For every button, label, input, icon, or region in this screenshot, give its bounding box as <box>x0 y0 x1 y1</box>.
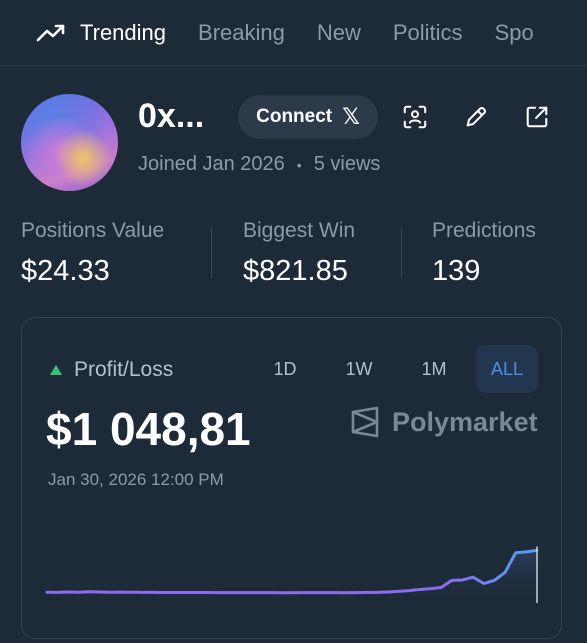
view-count: 5 views <box>313 153 381 175</box>
trending-up-icon <box>36 24 65 41</box>
range-tab-1w[interactable]: 1W <box>330 345 388 393</box>
tab-trending[interactable]: Trending <box>36 20 166 46</box>
edit-profile-button[interactable] <box>462 103 490 131</box>
polymarket-brand: Polymarket <box>350 406 538 438</box>
stat-biggest-win: Biggest Win $821.85 <box>243 219 355 288</box>
stat-predictions: Predictions 139 <box>432 219 536 288</box>
connect-x-button[interactable]: Connect 𝕏 <box>238 95 378 139</box>
range-label: ALL <box>490 358 524 379</box>
nav-fade-overlay <box>527 0 587 65</box>
qr-scan-button[interactable] <box>401 103 429 131</box>
category-nav: Trending Breaking New Politics Spo <box>0 0 587 66</box>
username: 0x... <box>138 97 205 135</box>
brand-name: Polymarket <box>392 406 538 437</box>
stat-positions-value: Positions Value $24.33 <box>21 219 164 288</box>
tab-label: Trending <box>80 19 167 45</box>
stat-value: 139 <box>432 255 481 287</box>
joined-date: Joined Jan 2026 <box>138 153 285 175</box>
stat-label: Positions Value <box>21 219 165 242</box>
profit-loss-chart <box>45 546 539 603</box>
range-label: 1M <box>421 358 447 379</box>
stat-label: Predictions <box>432 219 536 242</box>
tab-label: Breaking <box>198 19 285 45</box>
stat-label: Biggest Win <box>243 219 356 242</box>
stat-divider <box>211 228 212 278</box>
tab-new[interactable]: New <box>317 20 361 46</box>
profile-page: Trending Breaking New Politics Spo 0x...… <box>0 0 587 643</box>
profit-loss-date: Jan 30, 2026 12:00 PM <box>48 470 224 489</box>
stat-divider <box>401 228 402 278</box>
tab-label: Politics <box>392 19 463 45</box>
x-logo-icon: 𝕏 <box>342 104 360 129</box>
range-label: 1D <box>273 358 297 379</box>
up-triangle-icon <box>50 365 62 375</box>
tab-politics[interactable]: Politics <box>393 20 463 46</box>
share-profile-button[interactable] <box>523 103 551 131</box>
range-tab-1m[interactable]: 1M <box>404 345 464 393</box>
stat-value: $24.33 <box>21 255 110 287</box>
range-tab-1d[interactable]: 1D <box>258 345 312 393</box>
separator-dot: • <box>296 156 302 173</box>
tab-breaking[interactable]: Breaking <box>198 20 285 46</box>
avatar <box>21 94 118 191</box>
external-link-icon <box>526 106 548 128</box>
profit-loss-value: $1 048,81 <box>46 403 251 455</box>
profit-loss-card: Profit/Loss 1D 1W 1M ALL $1 048,81 Polym… <box>21 317 562 639</box>
polymarket-logo-icon <box>351 406 379 438</box>
face-scan-icon <box>403 105 427 129</box>
range-label: 1W <box>345 358 373 379</box>
stat-value: $821.85 <box>243 255 348 287</box>
connect-button-label: Connect <box>256 106 333 127</box>
profile-meta: Joined Jan 2026 • 5 views <box>138 153 380 176</box>
chart-area-fill <box>47 550 537 603</box>
pencil-icon <box>466 106 487 127</box>
tab-label: New <box>316 19 361 45</box>
profit-loss-header: Profit/Loss <box>50 358 173 382</box>
range-tab-all[interactable]: ALL <box>476 345 538 393</box>
profit-loss-label: Profit/Loss <box>74 358 174 381</box>
